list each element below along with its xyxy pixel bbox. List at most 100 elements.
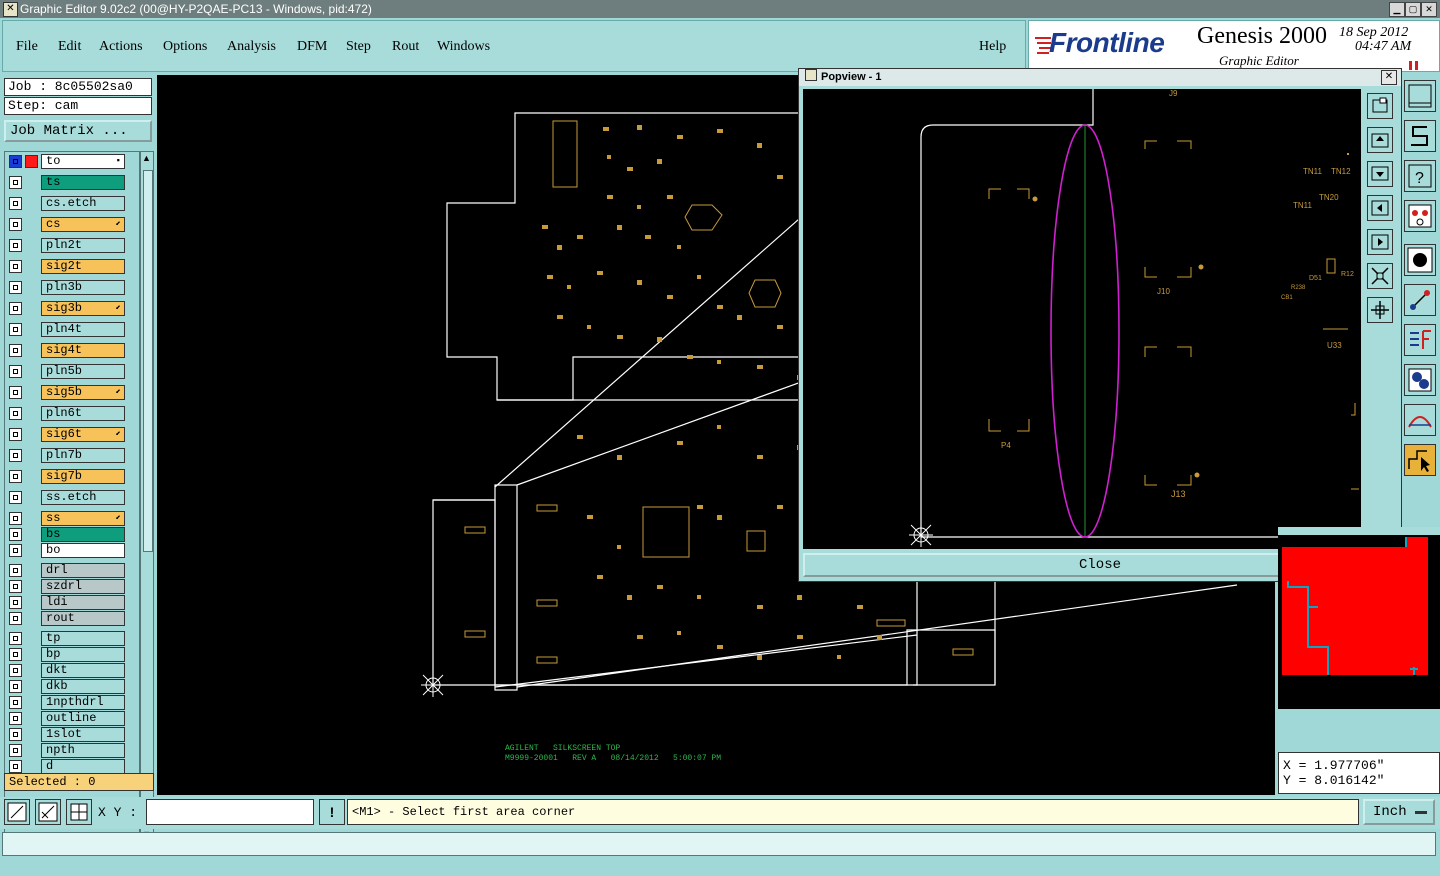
layer-checkbox[interactable] (9, 323, 22, 336)
layout-icon[interactable] (1404, 80, 1436, 112)
layer-checkbox[interactable] (9, 176, 22, 189)
layer-name[interactable]: pln2t (41, 238, 125, 253)
command-line[interactable] (2, 832, 1436, 856)
layer-name[interactable]: d (41, 759, 125, 774)
layer-name[interactable]: pln4t (41, 322, 125, 337)
arc-icon[interactable] (1404, 404, 1436, 436)
layer-checkbox[interactable] (9, 564, 22, 577)
snap-icon[interactable] (1404, 120, 1436, 152)
close-icon[interactable]: ✕ (1421, 2, 1437, 17)
feature-icon[interactable] (1404, 324, 1436, 356)
layer-list[interactable]: to ▪ ts cs.etch cs ⬋ pln2t sig2t pln3b sig3b ⬋ pln4… (4, 151, 140, 841)
popview-close-icon[interactable]: ✕ (1381, 70, 1397, 85)
layer-checkbox[interactable] (9, 239, 22, 252)
layer-checkbox[interactable] (9, 712, 22, 725)
pan-left-icon[interactable] (1367, 195, 1393, 221)
layer-checkbox[interactable] (9, 365, 22, 378)
layer-name[interactable]: ss.etch (41, 490, 125, 505)
warning-button[interactable]: ! (319, 799, 345, 825)
layer-checkbox[interactable] (9, 302, 22, 315)
layer-name[interactable]: 1slot (41, 727, 125, 742)
layer-name[interactable]: pln6t (41, 406, 125, 421)
menu-file[interactable]: File (16, 39, 38, 55)
menu-options[interactable]: Options (163, 39, 207, 55)
pan-down-icon[interactable] (1367, 161, 1393, 187)
layer-name[interactable]: szdrl (41, 579, 125, 594)
layer-checkbox[interactable] (9, 596, 22, 609)
layer-name[interactable]: sig3b ⬋ (41, 301, 125, 316)
layer-name[interactable]: bo (41, 543, 125, 558)
layer-checkbox[interactable] (9, 218, 22, 231)
layer-name[interactable]: sig5b ⬋ (41, 385, 125, 400)
snap-grid-icon[interactable] (35, 799, 61, 825)
layer-name[interactable]: to ▪ (41, 154, 125, 169)
layer-checkbox[interactable] (9, 664, 22, 677)
layer-checkbox[interactable] (9, 544, 22, 557)
menu-analysis[interactable]: Analysis (227, 39, 276, 55)
layer-name[interactable]: cs.etch (41, 196, 125, 211)
menu-rout[interactable]: Rout (392, 39, 419, 55)
layer-checkbox[interactable] (9, 260, 22, 273)
layer-checkbox[interactable] (9, 696, 22, 709)
help-icon[interactable]: ? (1404, 160, 1436, 192)
layer-name[interactable]: bp (41, 647, 125, 662)
layer-checkbox[interactable] (9, 197, 22, 210)
scroll-thumb[interactable] (143, 170, 153, 552)
layer-checkbox[interactable] (9, 449, 22, 462)
zoom-window-icon[interactable] (4, 799, 30, 825)
menu-actions[interactable]: Actions (99, 39, 143, 55)
layer-checkbox[interactable] (9, 760, 22, 773)
layer-checkbox[interactable] (9, 632, 22, 645)
zoom-in-icon[interactable] (1367, 297, 1393, 323)
layer-checkbox[interactable] (9, 491, 22, 504)
overview-minimap[interactable] (1278, 527, 1440, 709)
layer-checkbox[interactable] (9, 470, 22, 483)
layer-name[interactable]: 1npthdrl (41, 695, 125, 710)
xy-input[interactable] (146, 799, 314, 825)
layer-checkbox[interactable] (9, 744, 22, 757)
layer-name[interactable]: dkb (41, 679, 125, 694)
layer-checkbox[interactable] (9, 344, 22, 357)
layer-checkbox[interactable] (9, 155, 22, 168)
menu-help[interactable]: Help (979, 39, 1006, 55)
layer-checkbox[interactable] (9, 528, 22, 541)
layer-checkbox[interactable] (9, 407, 22, 420)
layer-name[interactable]: ldi (41, 595, 125, 610)
layer-checkbox[interactable] (9, 612, 22, 625)
layer-name[interactable]: pln3b (41, 280, 125, 295)
layer-name[interactable]: tp (41, 631, 125, 646)
layer-name[interactable]: sig6t ⬋ (41, 427, 125, 442)
layer-name[interactable]: cs ⬋ (41, 217, 125, 232)
menu-edit[interactable]: Edit (58, 39, 81, 55)
layer-checkbox[interactable] (9, 648, 22, 661)
pan-up-icon[interactable] (1367, 127, 1393, 153)
pad-icon[interactable] (1404, 244, 1436, 276)
layer-name[interactable]: sig2t (41, 259, 125, 274)
layer-checkbox[interactable] (9, 386, 22, 399)
maximize-icon[interactable]: ▢ (1405, 2, 1421, 17)
layer-name[interactable]: sig7b (41, 469, 125, 484)
layer-name[interactable]: dkt (41, 663, 125, 678)
layer-name[interactable]: ts (41, 175, 125, 190)
pan-right-icon[interactable] (1367, 229, 1393, 255)
layer-name[interactable]: ss ⬋ (41, 511, 125, 526)
layer-checkbox[interactable] (9, 281, 22, 294)
measure-icon[interactable] (1404, 284, 1436, 316)
popview-title-bar[interactable]: Popview - 1 (799, 69, 1401, 86)
layer-checkbox[interactable] (9, 680, 22, 693)
menu-dfm[interactable]: DFM (297, 39, 327, 55)
grid-icon[interactable] (66, 799, 92, 825)
layer-name[interactable]: rout (41, 611, 125, 626)
layer-checkbox[interactable] (9, 512, 22, 525)
scroll-up-icon[interactable]: ▲ (142, 153, 151, 163)
layer-checkbox[interactable] (9, 428, 22, 441)
zoom-fit-icon[interactable] (1367, 93, 1393, 119)
layer-scrollbar[interactable]: ▲ ▼ (140, 151, 154, 841)
units-dropdown[interactable]: Inch (1363, 799, 1435, 825)
zoom-out-icon[interactable] (1367, 263, 1393, 289)
layer-name[interactable]: drl (41, 563, 125, 578)
menu-step[interactable]: Step (346, 39, 371, 55)
layer-checkbox[interactable] (9, 728, 22, 741)
layer-name[interactable]: bs (41, 527, 125, 542)
menu-windows[interactable]: Windows (437, 39, 490, 55)
